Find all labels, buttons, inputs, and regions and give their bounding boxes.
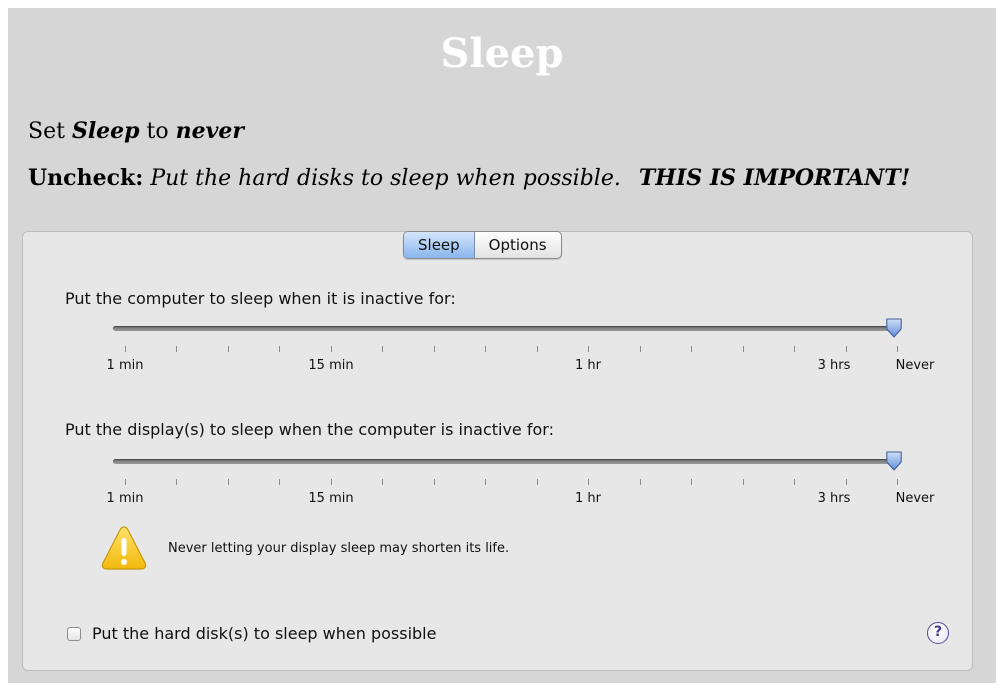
display-sleep-tick [588,479,589,485]
instruction-line-1: Set Sleep to never [28,118,244,144]
hard-disk-sleep-label[interactable]: Put the hard disk(s) to sleep when possi… [92,624,436,643]
display-sleep-track[interactable] [113,459,897,464]
computer-sleep-tick-label: 3 hrs [817,358,851,373]
uncheck-option-text: Put the hard disks to sleep when possibl… [143,166,621,191]
page-title: Sleep [440,30,564,77]
computer-sleep-tick [176,346,177,352]
computer-sleep-tick [588,346,589,352]
instruction-setting-name: Sleep [71,118,140,144]
computer-sleep-tick-label: 15 min [308,358,354,373]
display-sleep-tick [897,479,898,485]
display-warning-text: Never letting your display sleep may sho… [168,541,510,556]
display-sleep-thumb[interactable] [885,450,903,472]
instruction-line-2: Uncheck: Put the hard disks to sleep whe… [28,165,910,191]
important-note: THIS IS IMPORTANT! [638,165,911,191]
computer-sleep-tick [125,346,126,352]
display-sleep-tick [846,479,847,485]
display-sleep-label: Put the display(s) to sleep when the com… [65,420,554,439]
computer-sleep-tick [743,346,744,352]
instruction-setting-value: never [175,118,245,144]
computer-sleep-tick [382,346,383,352]
instruction-prefix: Set [28,119,72,144]
computer-sleep-tick [537,346,538,352]
computer-sleep-tick-label: 1 min [106,358,144,373]
instruction-mid: to [139,119,176,144]
display-sleep-tick [228,479,229,485]
display-sleep-tick-label: 15 min [308,491,354,506]
computer-sleep-thumb[interactable] [885,317,903,339]
computer-sleep-tick [434,346,435,352]
display-sleep-tick-label: Never [895,491,935,506]
display-sleep-tick [176,479,177,485]
computer-sleep-track[interactable] [113,326,897,331]
computer-sleep-tick [279,346,280,352]
help-icon[interactable]: ? [927,622,949,644]
display-sleep-tick [640,479,641,485]
computer-sleep-tick [691,346,692,352]
display-sleep-tick [537,479,538,485]
computer-sleep-tick [794,346,795,352]
display-sleep-tick [485,479,486,485]
tab-bar: Sleep Options [403,231,562,259]
computer-sleep-label: Put the computer to sleep when it is ina… [65,289,456,308]
display-sleep-tick-label: 1 min [106,491,144,506]
display-sleep-tick-label: 3 hrs [817,491,851,506]
hard-disk-sleep-checkbox[interactable] [67,627,81,641]
display-sleep-tick-label: 1 hr [575,491,601,506]
computer-sleep-tick-label: 1 hr [575,358,601,373]
computer-sleep-tick [485,346,486,352]
uncheck-label: Uncheck: [28,165,144,191]
computer-sleep-tick [897,346,898,352]
display-sleep-tick [125,479,126,485]
computer-sleep-tick [846,346,847,352]
warning-icon [101,526,147,570]
display-sleep-tick [434,479,435,485]
display-sleep-tick [331,479,332,485]
computer-sleep-tick [640,346,641,352]
computer-sleep-tick [228,346,229,352]
tab-sleep[interactable]: Sleep [404,232,475,258]
tab-options[interactable]: Options [475,232,561,258]
display-sleep-tick [794,479,795,485]
computer-sleep-tick [331,346,332,352]
display-sleep-tick [382,479,383,485]
display-sleep-tick [743,479,744,485]
display-sleep-tick [691,479,692,485]
display-sleep-tick [279,479,280,485]
computer-sleep-tick-label: Never [895,358,935,373]
